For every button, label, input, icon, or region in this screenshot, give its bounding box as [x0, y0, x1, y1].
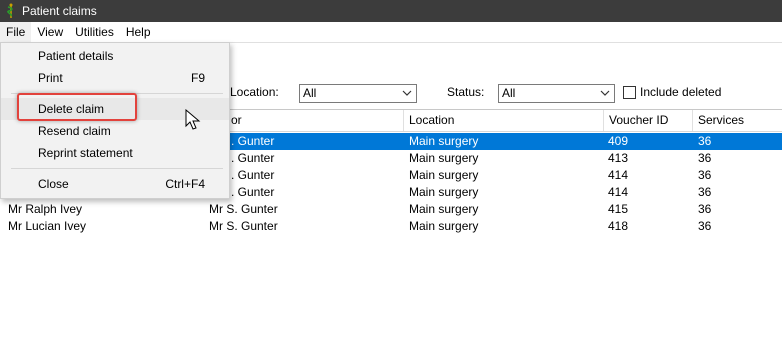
menu-item-label: Close	[38, 177, 69, 191]
cell-voucher-id: 418	[608, 219, 629, 233]
cell-patient: Mr Ralph Ivey	[8, 202, 83, 216]
menu-item-reprint-statement[interactable]: Reprint statement	[1, 142, 229, 164]
cell-provider: . Gunter	[231, 168, 275, 182]
menu-item-label: Reprint statement	[38, 146, 133, 160]
table-row[interactable]: Mr Ralph Ivey Mr S. Gunter Main surgery …	[0, 201, 782, 218]
chevron-down-icon	[402, 90, 412, 96]
cell-provider: . Gunter	[231, 134, 275, 148]
cell-provider: Mr S. Gunter	[209, 202, 278, 216]
caduceus-icon	[4, 3, 18, 19]
cell-location: Main surgery	[409, 168, 479, 182]
status-select[interactable]: All	[498, 84, 615, 103]
mouse-pointer-icon	[185, 109, 201, 130]
menu-item-label: Patient details	[38, 49, 114, 63]
menu-item-close[interactable]: Close Ctrl+F4	[1, 173, 229, 195]
menu-item-shortcut: F9	[190, 71, 205, 85]
cell-provider: . Gunter	[231, 185, 275, 199]
menu-item-print[interactable]: Print F9	[1, 67, 229, 89]
table-row[interactable]: Mr Lucian Ivey Mr S. Gunter Main surgery…	[0, 218, 782, 235]
cell-location: Main surgery	[409, 151, 479, 165]
cell-services: 36	[698, 185, 712, 199]
cell-services: 36	[698, 202, 712, 216]
cell-voucher-id: 409	[608, 134, 629, 148]
column-header-services[interactable]: Services	[692, 110, 782, 131]
menu-utilities[interactable]: Utilities	[69, 22, 120, 42]
cell-provider: . Gunter	[231, 151, 275, 165]
include-deleted-option[interactable]: Include deleted	[623, 85, 721, 99]
status-select-value: All	[502, 86, 516, 100]
cell-services: 36	[698, 168, 712, 182]
chevron-down-icon	[600, 90, 610, 96]
column-header-voucher-id[interactable]: Voucher ID	[603, 110, 693, 131]
status-label: Status:	[447, 85, 485, 99]
cell-services: 36	[698, 151, 712, 165]
menu-bar: File View Utilities Help	[0, 22, 782, 42]
cell-voucher-id: 414	[608, 185, 629, 199]
cell-location: Main surgery	[409, 185, 479, 199]
location-label: Location:	[230, 85, 279, 99]
menu-item-label: Resend claim	[38, 124, 111, 138]
cell-patient: Mr Lucian Ivey	[8, 219, 87, 233]
highlight-annotation	[17, 93, 137, 121]
menu-item-patient-details[interactable]: Patient details	[1, 45, 229, 67]
cell-services: 36	[698, 134, 712, 148]
cell-voucher-id: 413	[608, 151, 629, 165]
cell-location: Main surgery	[409, 134, 479, 148]
menu-file[interactable]: File	[0, 22, 32, 42]
include-deleted-label: Include deleted	[640, 85, 722, 99]
menu-help[interactable]: Help	[120, 22, 157, 42]
cell-location: Main surgery	[409, 202, 479, 216]
menu-item-shortcut: Ctrl+F4	[165, 177, 205, 191]
include-deleted-checkbox[interactable]	[623, 85, 636, 99]
cell-services: 36	[698, 219, 712, 233]
menu-separator	[11, 168, 223, 169]
menu-item-label: Print	[38, 71, 63, 85]
cell-location: Main surgery	[409, 219, 479, 233]
cell-voucher-id: 415	[608, 202, 629, 216]
cell-voucher-id: 414	[608, 168, 629, 182]
column-header-location[interactable]: Location	[403, 110, 603, 131]
window-title: Patient claims	[22, 4, 97, 18]
cell-provider: Mr S. Gunter	[209, 219, 278, 233]
menu-view[interactable]: View	[31, 22, 69, 42]
column-header-provider[interactable]: or	[226, 110, 404, 131]
location-select[interactable]: All	[299, 84, 417, 103]
title-bar: Patient claims	[0, 0, 782, 22]
location-select-value: All	[303, 86, 317, 100]
